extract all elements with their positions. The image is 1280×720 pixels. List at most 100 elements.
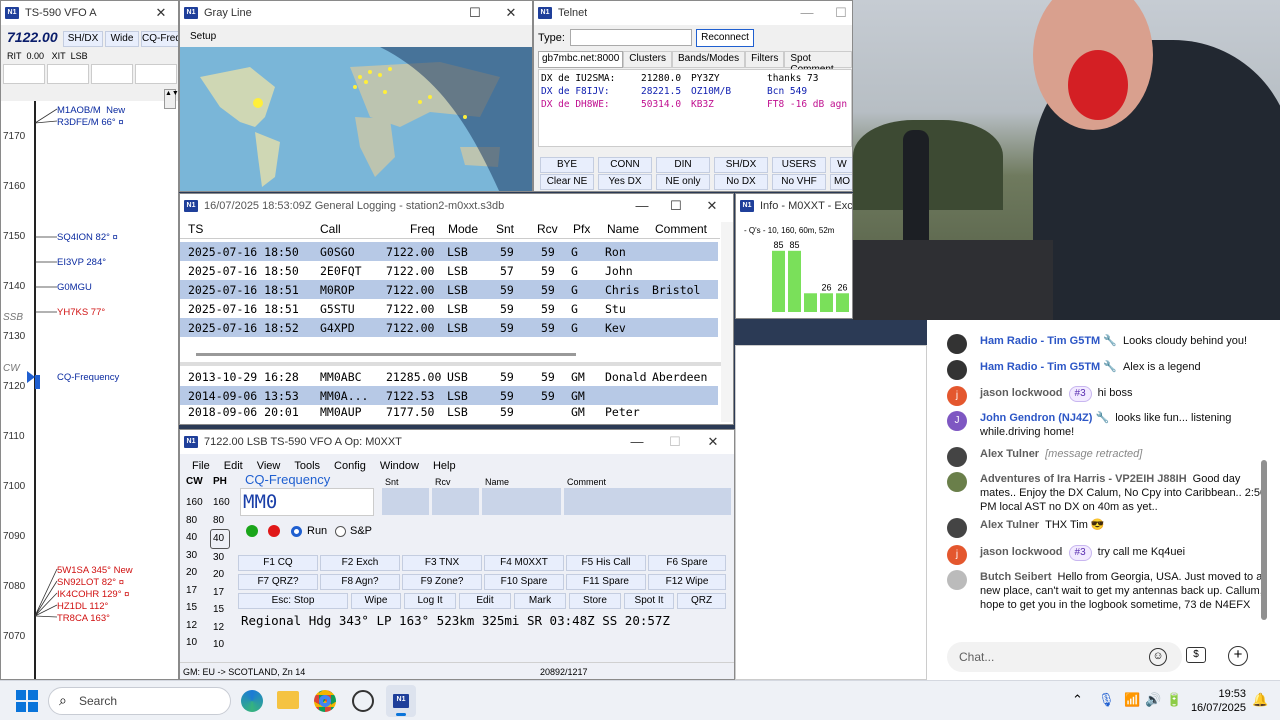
band-cw[interactable]: 80	[186, 512, 203, 530]
close-icon[interactable]: ✕	[494, 1, 528, 25]
spot-entry[interactable]: IK4COHR 129° ¤	[57, 589, 129, 600]
tab-clusters[interactable]: Clusters	[623, 51, 672, 68]
chat-input[interactable]: Chat...	[947, 642, 1182, 672]
menu-config[interactable]: Config	[334, 460, 366, 472]
spot-entry[interactable]: R3DFE/M 66° ¤	[57, 117, 124, 128]
f10-spare-button[interactable]: F10 Spare	[484, 574, 564, 590]
din-button[interactable]: DIN	[656, 157, 710, 173]
battery-icon[interactable]: 🔋	[1166, 692, 1182, 708]
band-ph[interactable]: 160	[213, 494, 230, 512]
spot-entry[interactable]: HZ1DL 112°	[57, 601, 108, 612]
avatar[interactable]: J	[947, 411, 967, 431]
table-row[interactable]: 2025-07-16 18:51 G5STU 7122.00 LSB 59 59 G Stu	[180, 299, 718, 318]
chat-message[interactable]: j jason lockwood #3 hi boss	[947, 386, 1267, 406]
spot-entry[interactable]: SQ4ION 82° ¤	[57, 232, 118, 243]
col-pfx[interactable]: Pfx	[573, 222, 590, 236]
vfo-titlebar[interactable]: N1 TS-590 VFO A ✕	[1, 1, 178, 25]
col-ts[interactable]: TS	[188, 222, 203, 236]
splitter[interactable]	[180, 362, 733, 366]
close-icon[interactable]: ✕	[144, 1, 178, 25]
menu-file[interactable]: File	[192, 460, 210, 472]
file-explorer-icon[interactable]	[277, 691, 299, 709]
chat-message[interactable]: J John Gendron (NJ4Z) 🔧 looks like fun... …	[947, 411, 1267, 439]
grayline-titlebar[interactable]: N1 Gray Line ☐ ✕	[180, 1, 532, 25]
band-cw[interactable]: 12	[186, 617, 203, 635]
band-ph-selected[interactable]: 40	[210, 529, 230, 549]
band-cw[interactable]: 40	[186, 529, 203, 547]
f11-spare-button[interactable]: F11 Spare	[566, 574, 646, 590]
band-cw[interactable]: 15	[186, 599, 203, 617]
band-cw[interactable]: 160	[186, 494, 203, 512]
chat-author[interactable]: Alex Tulner	[980, 519, 1039, 531]
avatar[interactable]	[947, 518, 967, 538]
chat-message[interactable]: Butch Seibert Hello from Georgia, USA. Ju…	[947, 570, 1267, 612]
cq-freq-button[interactable]: CQ-Freq	[141, 31, 178, 47]
info-titlebar[interactable]: N1 Info - M0XXT - Exch: 5	[736, 194, 852, 218]
spot-entry[interactable]: G0MGU	[57, 282, 92, 293]
spot-it-button[interactable]: Spot It	[624, 593, 674, 609]
wide-button[interactable]: Wide	[105, 31, 139, 47]
setup-menu[interactable]: Setup	[190, 31, 216, 42]
maximize-icon[interactable]: ☐	[824, 1, 852, 25]
chat-author[interactable]: Ham Radio - Tim G5TM 🔧	[980, 361, 1117, 373]
band-cw[interactable]: 20	[186, 564, 203, 582]
table-row[interactable]: 2025-07-16 18:51 M0ROP 7122.00 LSB 59 59 G Chri…	[180, 280, 718, 299]
tab-server[interactable]: gb7mbc.net:8000	[538, 51, 624, 68]
snt-field[interactable]	[382, 488, 429, 515]
chat-author[interactable]: Butch Seibert	[980, 571, 1052, 583]
notification-icon[interactable]: 🔔	[1252, 692, 1268, 708]
taskbar-search[interactable]: ⌕ Search	[48, 687, 231, 715]
band-cw[interactable]: 30	[186, 547, 203, 565]
col-call[interactable]: Call	[320, 222, 341, 236]
table-row[interactable]: 2018-09-06 20:01 MM0AUP 7177.50 LSB 59 GM Pete…	[180, 405, 718, 419]
f9-zone-button[interactable]: F9 Zone?	[402, 574, 482, 590]
table-row[interactable]: 2025-07-16 18:50 G0SGO 7122.00 LSB 59 59 G Ron	[180, 242, 718, 261]
tab-bands-modes[interactable]: Bands/Modes	[671, 51, 746, 68]
minimize-icon[interactable]: —	[625, 194, 659, 218]
microphone-icon[interactable]: 🎙	[1098, 692, 1115, 708]
band-ph[interactable]: 15	[213, 601, 230, 619]
col-name[interactable]: Name	[607, 222, 639, 236]
menu-tools[interactable]: Tools	[294, 460, 320, 472]
f5-his-call-button[interactable]: F5 His Call	[566, 555, 646, 571]
chat-message[interactable]: Ham Radio - Tim G5TM 🔧 Looks cloudy behin…	[947, 334, 1267, 354]
band-ph[interactable]: 17	[213, 584, 230, 602]
command-input[interactable]	[570, 29, 692, 46]
avatar[interactable]	[947, 472, 967, 492]
spot-entry[interactable]: EI3VP 284°	[57, 257, 106, 268]
vfo-field-3[interactable]	[91, 64, 133, 84]
spot-entry[interactable]: M1AOB/M New	[57, 105, 125, 116]
logging-titlebar[interactable]: N1 16/07/2025 18:53:09Z General Logging -…	[180, 194, 733, 218]
tab-spot-comment[interactable]: Spot Comment	[784, 51, 852, 75]
edit-button[interactable]: Edit	[459, 593, 511, 609]
vfo-field-1[interactable]	[3, 64, 45, 84]
edge-icon[interactable]	[241, 690, 263, 712]
f3-tnx-button[interactable]: F3 TNX	[402, 555, 482, 571]
maximize-icon[interactable]: ☐	[659, 194, 693, 218]
band-ph[interactable]: 80	[213, 512, 230, 530]
rcv-field[interactable]	[432, 488, 479, 515]
menu-view[interactable]: View	[257, 460, 281, 472]
taskbar-clock[interactable]: 19:53 16/07/2025	[1186, 687, 1246, 715]
avatar[interactable]: j	[947, 545, 967, 565]
chat-message[interactable]: j jason lockwood #3 try call me Kq4uei	[947, 545, 1267, 565]
telnet-titlebar[interactable]: N1 Telnet — ☐	[534, 1, 852, 25]
avatar[interactable]: j	[947, 386, 967, 406]
chat-author[interactable]: John Gendron (NJ4Z) 🔧	[980, 412, 1109, 424]
f2-exch-button[interactable]: F2 Exch	[320, 555, 400, 571]
band-ph[interactable]: 10	[213, 636, 230, 654]
avatar[interactable]	[947, 447, 967, 467]
maximize-icon[interactable]: ☐	[458, 1, 492, 25]
menu-help[interactable]: Help	[433, 460, 456, 472]
wifi-icon[interactable]: 📶	[1124, 692, 1140, 708]
band-cw[interactable]: 17	[186, 582, 203, 600]
app-icon[interactable]	[352, 690, 374, 712]
shdx-telnet-button[interactable]: SH/DX	[714, 157, 768, 173]
cq-frequency-marker[interactable]: CQ-Frequency	[57, 372, 119, 383]
chat-scrollbar[interactable]	[1261, 460, 1267, 620]
col-snt[interactable]: Snt	[496, 222, 514, 236]
spot-entry[interactable]: YH7KS 77°	[57, 307, 105, 318]
name-field[interactable]	[482, 488, 561, 515]
chrome-icon[interactable]	[314, 690, 336, 712]
band-map[interactable]: ▲▼ 7170 7160 7150 7140 7130 7120 7110 71…	[1, 89, 178, 679]
